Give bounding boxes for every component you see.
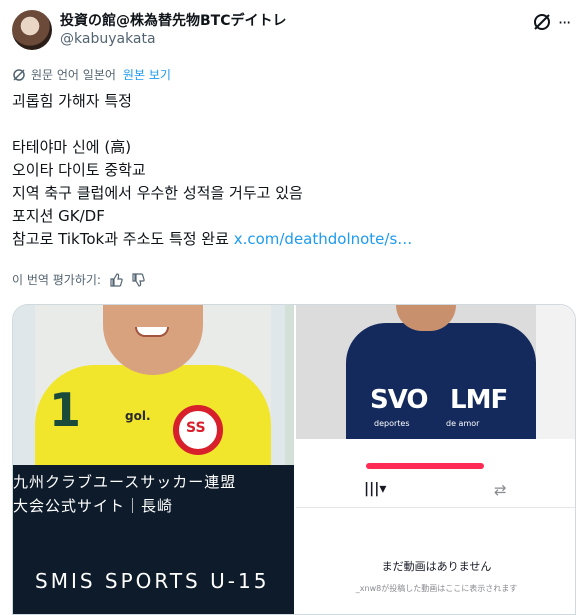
jersey-number: 1	[49, 383, 82, 437]
jacket-text-left: SVO	[370, 385, 428, 415]
tweet-body: 괴롭힘 가해자 특정 타테야마 신에 (高) 오이타 다이토 중학교 지역 축구…	[12, 90, 412, 251]
media-image-right[interactable]: SVO LMF deportes de amor |||▾ ⇄ まだ動画はありま…	[296, 305, 575, 614]
tweet-line: 타테야마 신에 (高)	[12, 138, 132, 156]
translate-icon	[13, 68, 25, 81]
tweet-line-last: 참고로 TikTok과 주소도 특정 완료 x.com/deathdolnote…	[12, 228, 412, 251]
grok-icon[interactable]	[532, 12, 552, 32]
grid-icon: |||▾	[364, 481, 387, 497]
rate-translation-label: 이 번역 평가하기:	[12, 273, 101, 287]
media-grid[interactable]: 1 gol. SS 九州クラブユースサッカー連盟 大会公式サイト｜長崎 SMIS…	[12, 304, 576, 615]
thumbs-down-icon[interactable]	[131, 272, 145, 287]
tweet-line-text: 참고로 TikTok과 주소도 특정 완료	[12, 230, 234, 248]
image-edge-strip	[536, 305, 575, 439]
avatar[interactable]	[12, 10, 52, 50]
repost-icon: ⇄	[494, 481, 507, 499]
jacket-subtext-right: de amor	[446, 419, 480, 428]
caption-team-name: SMIS SPORTS U-15	[35, 569, 270, 593]
tweet-line: 포지션 GK/DF	[12, 207, 105, 225]
caption-box: 九州クラブユースサッカー連盟 大会公式サイト｜長崎 SMIS SPORTS U-…	[13, 465, 294, 614]
thumbs-up-icon[interactable]	[109, 272, 123, 287]
more-dots-icon[interactable]: ···	[558, 15, 571, 31]
translation-source-label: 원문 언어 일본어	[31, 68, 116, 82]
tweet-line: 지역 축구 클럽에서 우수한 성적을 거두고 있음	[12, 184, 303, 202]
jersey-brand: gol.	[125, 409, 151, 423]
tweet-line: 괴롭힘 가해자 특정	[12, 92, 132, 110]
caption-line2: 大会公式サイト｜長崎	[13, 497, 174, 515]
tweet-link[interactable]: x.com/deathdolnote/s…	[234, 230, 413, 248]
view-original-link[interactable]: 원본 보기	[123, 66, 171, 83]
divider	[296, 507, 575, 508]
caption-line1: 九州クラブユースサッカー連盟	[13, 473, 237, 491]
translation-bar: 원문 언어 일본어 원본 보기	[12, 66, 171, 83]
media-image-left[interactable]: 1 gol. SS 九州クラブユースサッカー連盟 大会公式サイト｜長崎 SMIS…	[13, 305, 294, 614]
tweet-line: 오이타 다이토 중학교	[12, 161, 146, 179]
author-display-name[interactable]: 投資の館@株為替先物BTCデイトレ	[60, 10, 287, 30]
tweet-line-spacer	[12, 113, 412, 136]
club-badge: SS	[173, 405, 223, 455]
author-handle[interactable]: @kabuyakata	[60, 31, 156, 47]
smile	[135, 327, 169, 337]
tiktok-follow-bar	[366, 463, 484, 469]
rate-translation-row: 이 번역 평가하기:	[12, 271, 145, 288]
empty-videos-subtitle: _xnw8が投稿した動画はここに表示されます	[355, 584, 518, 593]
jacket-text-right: LMF	[450, 385, 508, 415]
empty-videos-title: まだ動画はありません	[381, 560, 492, 573]
jacket-subtext-left: deportes	[374, 419, 410, 428]
